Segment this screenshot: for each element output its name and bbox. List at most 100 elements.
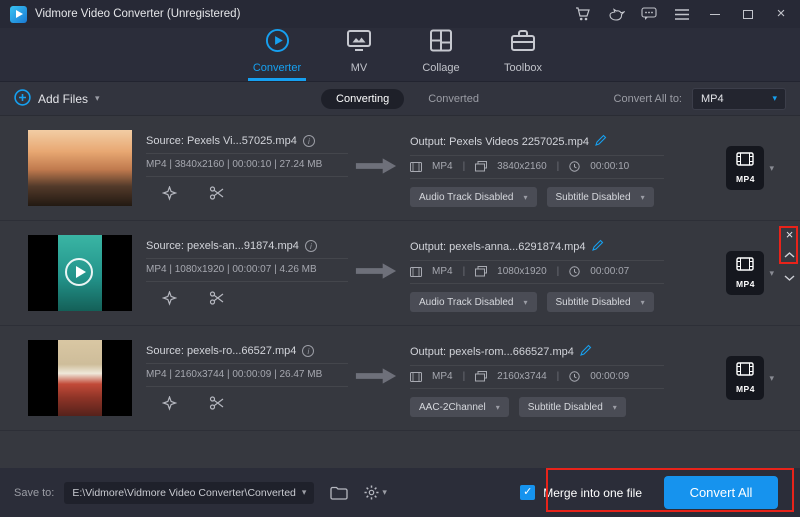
separator: | <box>557 371 560 382</box>
info-icon[interactable]: i <box>303 135 315 147</box>
edit-effects-icon[interactable] <box>162 186 177 206</box>
audio-track-value: AAC-2Channel <box>419 402 486 413</box>
tab-mv-label: MV <box>351 62 368 74</box>
audio-track-dropdown[interactable]: Audio Track Disabled ▾ <box>410 187 537 207</box>
tab-mv[interactable]: MV <box>327 28 391 74</box>
output-format-text: MP4 <box>432 266 453 277</box>
filter-converted[interactable]: Converted <box>428 93 479 105</box>
file-list: Source: Pexels Vi...57025.mp4 i MP4 | 38… <box>0 116 800 468</box>
output-resolution-text: 1080x1920 <box>497 266 547 277</box>
subtitle-dropdown[interactable]: Subtitle Disabled ▾ <box>547 187 654 207</box>
cut-icon[interactable] <box>209 186 225 206</box>
source-meta: MP4 | 1080x1920 | 00:00:07 | 4.26 MB <box>146 259 348 282</box>
output-duration-text: 00:00:09 <box>590 371 629 382</box>
rename-icon[interactable] <box>595 134 607 149</box>
output-filename: Output: pexels-rom...666527.mp4 <box>410 346 574 358</box>
add-files-button[interactable]: Add Files ▾ <box>14 89 100 109</box>
format-icon <box>410 162 422 172</box>
filter-converting[interactable]: Converting <box>321 89 404 109</box>
output-filename: Output: pexels-anna...6291874.mp4 <box>410 241 586 253</box>
format-caret-icon: ▾ <box>772 93 777 104</box>
separator: | <box>463 371 466 382</box>
output-format-dropdown[interactable]: MP4 ▾ <box>692 88 786 110</box>
profile-caret-icon[interactable]: ▾ <box>769 373 774 384</box>
tab-converter-label: Converter <box>253 62 301 74</box>
open-folder-button[interactable] <box>330 486 348 500</box>
audio-track-dropdown[interactable]: Audio Track Disabled ▾ <box>410 292 537 312</box>
cut-icon[interactable] <box>209 396 225 416</box>
audio-track-dropdown[interactable]: AAC-2Channel ▾ <box>410 397 509 417</box>
convert-all-to-label: Convert All to: <box>614 93 682 105</box>
tab-collage[interactable]: Collage <box>409 28 473 74</box>
tab-collage-label: Collage <box>422 62 459 74</box>
resolution-icon <box>475 371 487 382</box>
cart-icon[interactable] <box>574 5 592 23</box>
minimize-button[interactable] <box>706 5 724 23</box>
profile-caret-icon[interactable]: ▾ <box>769 163 774 174</box>
convert-all-button[interactable]: Convert All <box>664 476 778 509</box>
play-icon[interactable] <box>65 258 93 286</box>
main-nav: Converter MV Collage Toolbox <box>0 28 800 82</box>
output-profile-badge[interactable]: MP4 <box>726 356 764 400</box>
subtitle-value: Subtitle Disabled <box>556 192 631 203</box>
separator: | <box>463 161 466 172</box>
add-files-caret-icon: ▾ <box>95 93 100 104</box>
resolution-icon <box>475 161 487 172</box>
audio-track-value: Audio Track Disabled <box>419 192 514 203</box>
edit-effects-icon[interactable] <box>162 396 177 416</box>
tab-converter[interactable]: Converter <box>245 28 309 74</box>
save-to-label: Save to: <box>14 487 54 499</box>
feedback-icon[interactable] <box>640 5 658 23</box>
close-button[interactable]: × <box>772 5 790 23</box>
app-window: Vidmore Video Converter (Unregistered) × <box>0 0 800 517</box>
info-icon[interactable]: i <box>302 345 314 357</box>
output-resolution-text: 2160x3744 <box>497 371 547 382</box>
file-row-2: Source: pexels-an...91874.mp4 i MP4 | 10… <box>0 221 800 326</box>
window-title: Vidmore Video Converter (Unregistered) <box>35 8 240 20</box>
format-icon <box>410 267 422 277</box>
merge-checkbox[interactable]: ✓ <box>520 485 535 500</box>
settings-button[interactable]: ▾ <box>364 485 387 500</box>
video-thumbnail[interactable] <box>28 130 132 206</box>
converter-icon <box>265 28 290 58</box>
video-thumbnail[interactable] <box>28 235 132 311</box>
tab-toolbox[interactable]: Toolbox <box>491 28 555 74</box>
add-icon <box>14 89 31 109</box>
rename-icon[interactable] <box>592 239 604 254</box>
clock-icon <box>569 161 580 172</box>
register-lamp-icon[interactable] <box>607 5 625 23</box>
info-icon[interactable]: i <box>305 240 317 252</box>
video-thumbnail[interactable] <box>28 340 132 416</box>
separator: | <box>557 161 560 172</box>
convert-arrow-icon <box>354 261 398 286</box>
move-down-button[interactable] <box>784 268 795 286</box>
subtitle-dropdown[interactable]: Subtitle Disabled ▾ <box>519 397 626 417</box>
subtitle-dropdown[interactable]: Subtitle Disabled ▾ <box>547 292 654 312</box>
app-logo-icon <box>10 6 27 23</box>
save-path-dropdown[interactable]: E:\Vidmore\Vidmore Video Converter\Conve… <box>64 482 314 504</box>
output-format-text: MP4 <box>432 161 453 172</box>
caret-down-icon: ▾ <box>524 298 528 307</box>
convert-arrow-icon <box>354 366 398 391</box>
move-up-button[interactable] <box>784 245 795 263</box>
cut-icon[interactable] <box>209 291 225 311</box>
menu-icon[interactable] <box>673 5 691 23</box>
caret-down-icon: ▾ <box>613 403 617 412</box>
clock-icon <box>569 266 580 277</box>
row-hover-controls: × <box>784 230 795 286</box>
convert-arrow-icon <box>354 156 398 181</box>
profile-caret-icon[interactable]: ▾ <box>769 268 774 279</box>
toolbar: Add Files ▾ Converting Converted Convert… <box>0 82 800 116</box>
caret-down-icon: ▾ <box>382 487 387 498</box>
edit-effects-icon[interactable] <box>162 291 177 311</box>
output-profile-badge[interactable]: MP4 <box>726 251 764 295</box>
video-frame <box>58 340 102 416</box>
separator: | <box>557 266 560 277</box>
remove-file-button[interactable]: × <box>786 230 794 240</box>
merge-label: Merge into one file <box>543 486 642 500</box>
file-row-3: Source: pexels-ro...66527.mp4 i MP4 | 21… <box>0 326 800 431</box>
maximize-button[interactable] <box>739 5 757 23</box>
output-profile-badge[interactable]: MP4 <box>726 146 764 190</box>
rename-icon[interactable] <box>580 344 592 359</box>
titlebar: Vidmore Video Converter (Unregistered) × <box>0 0 800 28</box>
